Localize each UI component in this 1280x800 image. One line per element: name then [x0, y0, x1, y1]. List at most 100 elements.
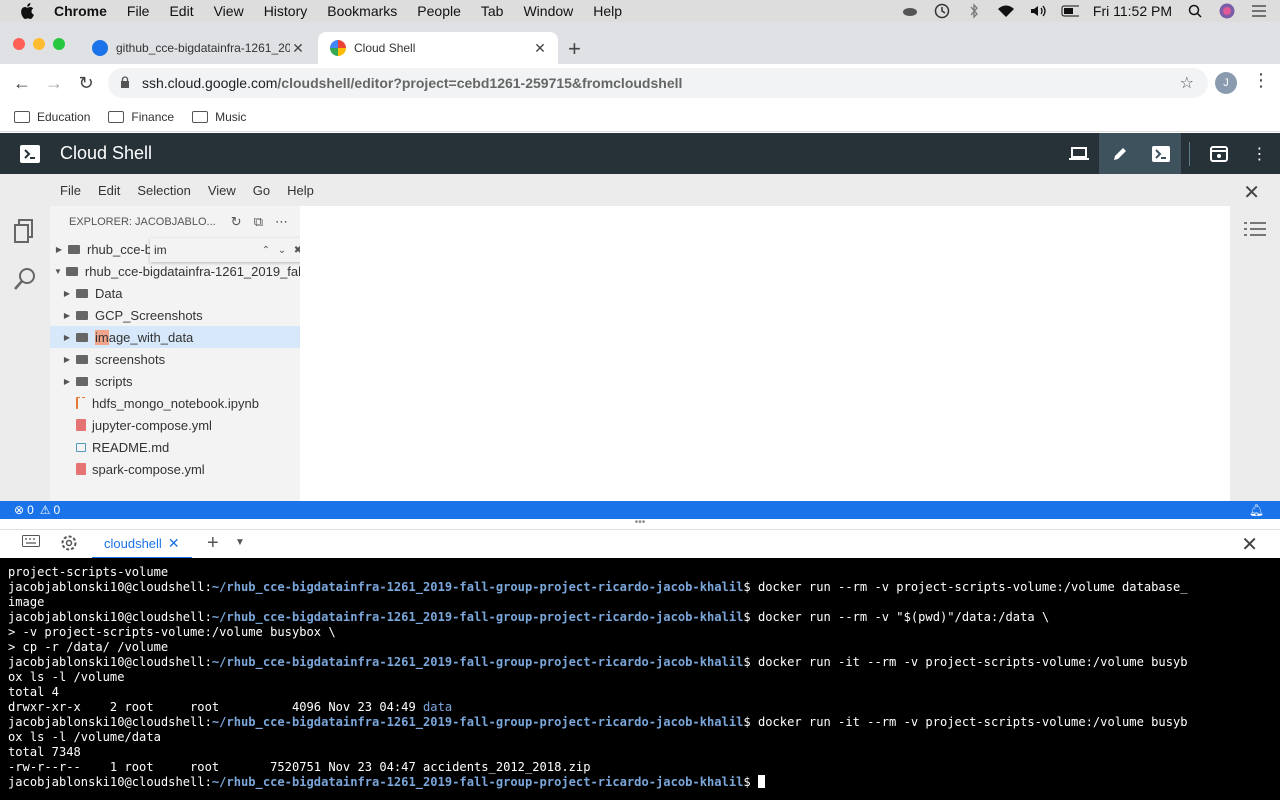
close-editor-icon[interactable]: ✕ [1243, 180, 1260, 205]
folder-icon [108, 110, 125, 123]
menu-history[interactable]: History [264, 3, 308, 19]
tab-github[interactable]: github_cce-bigdatainfra-1261_20 ✕ [80, 32, 316, 64]
tab-close-icon[interactable]: ✕ [290, 40, 306, 57]
terminal-cursor [757, 775, 765, 788]
terminal-output[interactable]: project-scripts-volume jacobjablonski10@c… [0, 558, 1280, 800]
window-maximize-button[interactable] [53, 38, 65, 50]
lock-icon[interactable] [120, 75, 132, 91]
editor-menu-help[interactable]: Help [287, 183, 314, 198]
editor-menu-go[interactable]: Go [253, 183, 270, 198]
close-terminal-icon[interactable]: ✕ [1241, 532, 1258, 557]
more-actions-icon[interactable]: ⋯ [275, 214, 288, 230]
time-machine-icon[interactable] [933, 3, 951, 19]
activity-bar [0, 206, 50, 501]
tree-folder-scripts[interactable]: ▶ scripts [50, 370, 300, 392]
siri-icon[interactable] [1218, 3, 1236, 19]
explorer-files-icon[interactable] [13, 218, 37, 244]
notification-center-icon[interactable] [1250, 3, 1268, 19]
keyboard-icon[interactable] [22, 534, 40, 552]
menu-bookmarks[interactable]: Bookmarks [327, 3, 397, 19]
menu-window[interactable]: Window [523, 3, 573, 19]
tree-folder-image-with-data[interactable]: ▶ im age_with_data [50, 326, 300, 348]
tree-label: scripts [95, 373, 133, 389]
tree-label: Data [95, 285, 123, 301]
more-options-icon[interactable]: ⋮ [1239, 133, 1280, 174]
terminal-text: $ docker run --rm -v project-scripts-vol… [743, 580, 1188, 594]
menu-help[interactable]: Help [593, 3, 622, 19]
tree-folder-gcp-screenshots[interactable]: ▶ GCP_Screenshots [50, 304, 300, 326]
forward-icon[interactable]: → [38, 73, 70, 94]
refresh-icon[interactable]: ↻ [231, 214, 242, 230]
menu-view[interactable]: View [214, 3, 244, 19]
menu-clock[interactable]: Fri 11:52 PM [1093, 3, 1172, 19]
tree-folder-screenshots[interactable]: ▶ screenshots [50, 348, 300, 370]
apple-icon[interactable] [18, 0, 36, 22]
menu-tab[interactable]: Tab [481, 3, 504, 19]
terminal-tab-label: cloudshell [104, 536, 162, 551]
menu-file[interactable]: File [127, 3, 150, 19]
chrome-menu-icon[interactable]: ⋮ [1252, 70, 1270, 91]
tab-cloud-shell[interactable]: Cloud Shell ✕ [318, 32, 558, 64]
search-icon[interactable] [13, 266, 37, 292]
web-preview-laptop-icon[interactable] [1058, 133, 1099, 174]
address-bar[interactable]: ssh.cloud.google.com/cloudshell/editor?p… [108, 68, 1208, 98]
new-tab-icon[interactable]: + [568, 36, 581, 62]
explorer-panel: EXPLORER: JACOBJABLO... ↻ ⧉ ⋯ ▶ rhub_cce-… [50, 206, 350, 501]
url-path: /cloudshell/editor?project=cebd1261-2597… [277, 75, 683, 91]
panel-resize-handle[interactable]: ••• [0, 518, 1280, 529]
bookmark-finance[interactable]: Finance [108, 110, 174, 124]
extension-icon[interactable] [901, 3, 919, 19]
editor-menu-selection[interactable]: Selection [137, 183, 190, 198]
bookmark-music[interactable]: Music [192, 110, 246, 124]
folder-icon [65, 266, 78, 276]
collapse-all-icon[interactable]: ⧉ [254, 214, 263, 230]
chevron-down-icon[interactable]: ▼ [235, 537, 245, 548]
errors-status[interactable]: ⊗ 0 ⚠ 0 [14, 503, 60, 517]
menu-edit[interactable]: Edit [169, 3, 193, 19]
back-icon[interactable]: ← [6, 73, 38, 94]
wifi-icon[interactable] [997, 3, 1015, 19]
editor-menu-file[interactable]: File [60, 183, 81, 198]
profile-avatar[interactable]: J [1215, 72, 1237, 94]
spotlight-search-icon[interactable] [1186, 3, 1204, 19]
tab-close-icon[interactable]: ✕ [532, 40, 548, 57]
close-tab-icon[interactable]: ✕ [168, 535, 180, 552]
editor-pencil-icon[interactable] [1099, 133, 1140, 174]
editor-menu-edit[interactable]: Edit [98, 183, 120, 198]
window-close-button[interactable] [13, 38, 25, 50]
tree-folder-root-2[interactable]: ▼ rhub_cce-bigdatainfra-1261_2019_fall... [50, 260, 300, 282]
tree-file-jupyter-compose[interactable]: jupyter-compose.yml [50, 414, 300, 436]
bluetooth-icon[interactable] [965, 3, 983, 19]
window-minimize-button[interactable] [33, 38, 45, 50]
outline-list-icon[interactable] [1243, 220, 1267, 240]
editor-area[interactable] [300, 206, 1230, 501]
header-divider [1189, 141, 1190, 166]
tree-file-spark-compose[interactable]: spark-compose.yml [50, 458, 300, 480]
find-next-icon[interactable]: ⌄ [274, 245, 290, 256]
volume-icon[interactable] [1029, 3, 1047, 19]
terminal-tab-cloudshell[interactable]: cloudshell ✕ [92, 530, 192, 559]
tree-find-input[interactable]: im [152, 240, 252, 260]
tree-folder-data[interactable]: ▶ Data [50, 282, 300, 304]
bookmark-education[interactable]: Education [14, 110, 90, 124]
menu-app-name[interactable]: Chrome [54, 3, 107, 19]
web-preview-icon[interactable] [1198, 133, 1239, 174]
battery-icon[interactable] [1061, 3, 1079, 19]
explorer-title: EXPLORER: JACOBJABLO... [69, 216, 216, 228]
tree-label: age_with_data [108, 329, 194, 345]
notification-bell-icon[interactable]: 🔔︎ [1249, 503, 1264, 517]
terminal-text: drwxr-xr-x 2 root root 4096 Nov 23 04:49 [8, 700, 424, 714]
tree-file-notebook[interactable]: hdfs_mongo_notebook.ipynb [50, 392, 300, 414]
find-previous-icon[interactable]: ⌃ [258, 245, 274, 256]
editor-menu-view[interactable]: View [208, 183, 236, 198]
terminal-text: total 7348 [8, 745, 81, 759]
menu-people[interactable]: People [417, 3, 461, 19]
settings-gear-icon[interactable] [60, 534, 78, 557]
tree-file-readme[interactable]: README.md [50, 436, 300, 458]
terminal-icon[interactable] [1140, 133, 1181, 174]
reload-icon[interactable]: ↻ [70, 73, 102, 94]
add-terminal-icon[interactable]: + [207, 532, 219, 555]
terminal-line: total 7348 [8, 745, 1272, 760]
terminal-line: jacobjablonski10@cloudshell:~/rhub_cce-b… [8, 715, 1272, 730]
bookmark-star-icon[interactable]: ☆ [1180, 73, 1194, 93]
